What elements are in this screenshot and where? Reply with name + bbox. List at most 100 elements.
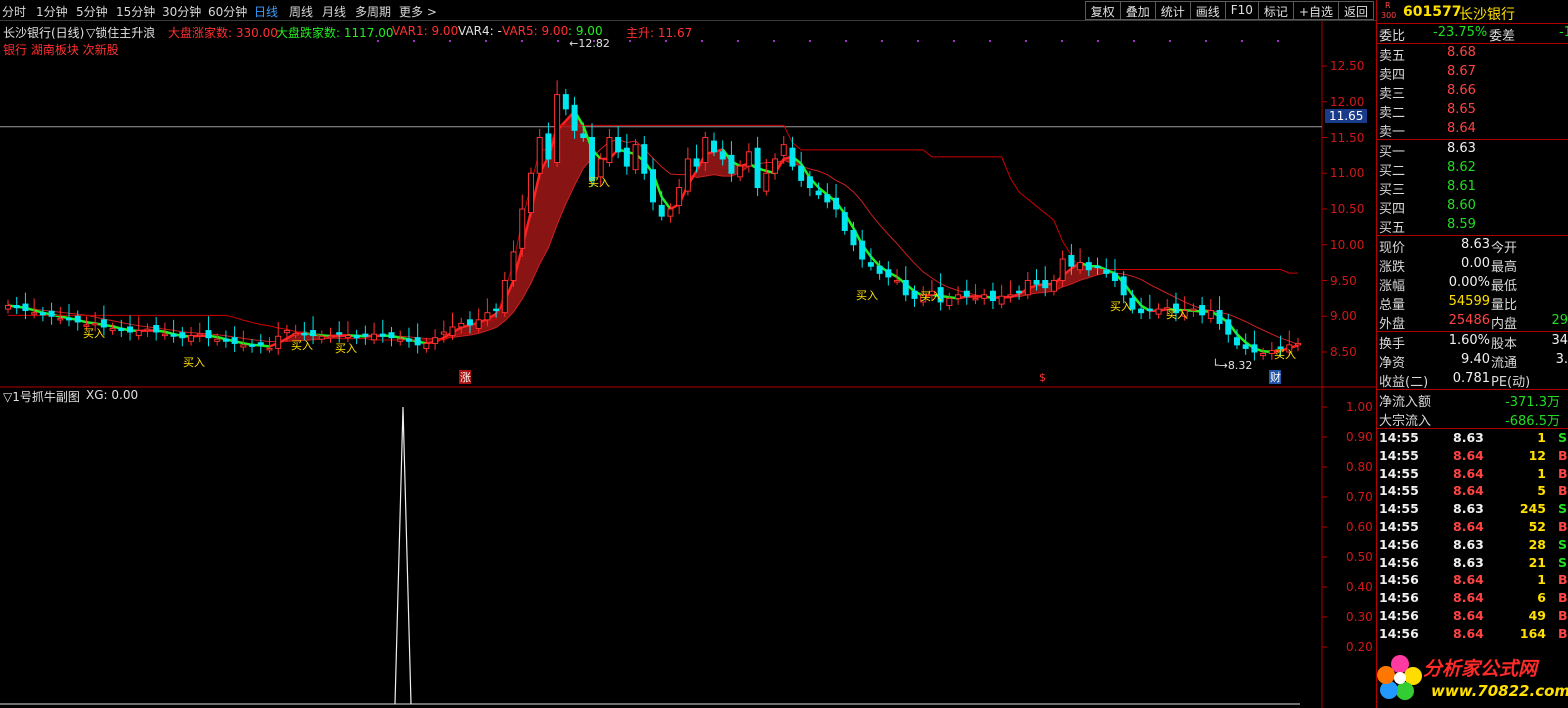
candle-body[interactable] [1225,319,1232,335]
candle-body[interactable] [266,347,273,351]
candle-body[interactable] [745,151,752,167]
toolbar-button[interactable]: 统计 [1154,1,1190,20]
candle-body[interactable] [1207,310,1214,319]
ask-row[interactable]: 卖一 8.64 [1377,120,1568,140]
toolbar-button[interactable]: 复权 [1084,1,1120,20]
period-tab[interactable]: 15分钟 [116,3,155,20]
candle-body[interactable] [658,204,665,217]
period-tab[interactable]: 30分钟 [162,3,201,20]
candle-body[interactable] [1085,262,1092,271]
candle-body[interactable] [641,144,648,174]
candle-body[interactable] [789,147,796,167]
toolbar-button[interactable]: +自选 [1292,1,1338,20]
sub-chart-canvas[interactable] [0,388,1376,708]
candle-body[interactable] [66,317,73,321]
candle-body[interactable] [466,319,473,326]
candle-body[interactable] [249,344,256,347]
candle-body[interactable] [353,335,360,339]
candle-body[interactable] [545,133,552,160]
candle-body[interactable] [536,137,543,174]
period-tab[interactable]: 日线 [254,3,278,20]
toolbar-button[interactable]: 画线 [1189,1,1225,20]
bid-row[interactable]: 买四 8.60 [1377,197,1568,217]
candle-body[interactable] [1120,276,1127,296]
candle-body[interactable] [153,325,160,333]
candle-body[interactable] [876,265,883,274]
candle-body[interactable] [615,137,622,153]
candle-body[interactable] [449,326,456,337]
candle-body[interactable] [231,337,238,344]
candle-body[interactable] [1094,265,1101,269]
ask-row[interactable]: 卖四 8.67 [1377,63,1568,83]
event-marker-dollar[interactable]: $ [1039,371,1046,384]
candle-body[interactable] [894,280,901,283]
candle-body[interactable] [597,158,604,178]
candle-body[interactable] [440,331,447,335]
candle-body[interactable] [955,294,962,299]
candle-body[interactable] [867,262,874,267]
candle-body[interactable] [946,297,953,307]
candle-body[interactable] [1295,342,1301,346]
candle-body[interactable] [344,335,351,339]
candle-body[interactable] [458,322,465,328]
candle-body[interactable] [484,312,491,321]
candle-body[interactable] [336,332,343,335]
candle-body[interactable] [841,212,848,231]
candle-body[interactable] [902,280,909,296]
candle-body[interactable] [371,333,378,341]
candle-body[interactable] [554,94,561,164]
sub-indicator-chart[interactable]: ▽1号抓牛副图 XG: 0.00 1.00 0.90 0.80 0.70 0.60 0.5… [0,388,1376,708]
candle-body[interactable] [510,251,517,281]
period-tab[interactable]: 分时 [2,3,26,20]
candle-body[interactable] [606,137,613,164]
candle-body[interactable] [501,280,508,314]
candle-body[interactable] [57,317,64,321]
candle-body[interactable] [1033,280,1040,285]
candle-body[interactable] [650,169,656,203]
candle-body[interactable] [397,338,404,342]
candle-body[interactable] [850,229,857,246]
candle-body[interactable] [824,194,831,203]
candle-body[interactable] [754,147,761,189]
bid-row[interactable]: 买一 8.63 [1377,140,1568,160]
candle-body[interactable] [1138,308,1145,314]
candle-body[interactable] [196,333,203,337]
candle-body[interactable] [1216,310,1223,324]
candle-body[interactable] [301,332,308,336]
candle-body[interactable] [214,338,221,342]
candle-body[interactable] [588,137,595,181]
candle-body[interactable] [39,312,46,316]
candle-body[interactable] [170,333,177,337]
candle-body[interactable] [1050,280,1057,292]
candle-body[interactable] [405,338,412,342]
event-marker-zhang[interactable]: 涨 [460,371,471,384]
candle-body[interactable] [981,294,988,299]
candle-body[interactable] [623,147,630,167]
candle-body[interactable] [318,335,325,340]
candle-body[interactable] [188,335,195,342]
candle-body[interactable] [257,342,264,346]
candle-body[interactable] [222,338,229,342]
candle-body[interactable] [972,297,979,301]
candle-body[interactable] [562,94,569,110]
candle-body[interactable] [205,330,212,339]
candle-body[interactable] [292,332,299,336]
candle-body[interactable] [1155,308,1162,315]
candle-body[interactable] [31,312,38,315]
toolbar-button[interactable]: 叠加 [1119,1,1155,20]
candle-body[interactable] [1077,262,1084,271]
candle-body[interactable] [571,104,578,131]
candle-body[interactable] [1190,308,1197,312]
candle-body[interactable] [283,330,290,334]
candle-body[interactable] [667,208,674,217]
candle-body[interactable] [1251,344,1258,353]
candle-body[interactable] [388,332,395,339]
candle-body[interactable] [885,269,892,278]
candle-body[interactable] [519,208,526,249]
toolbar-button[interactable]: 标记 [1257,1,1293,20]
candle-body[interactable] [109,327,116,332]
candle-body[interactable] [240,344,247,348]
candle-body[interactable] [1242,344,1249,349]
period-tab[interactable]: 周线 [289,3,313,20]
candle-body[interactable] [414,337,421,346]
